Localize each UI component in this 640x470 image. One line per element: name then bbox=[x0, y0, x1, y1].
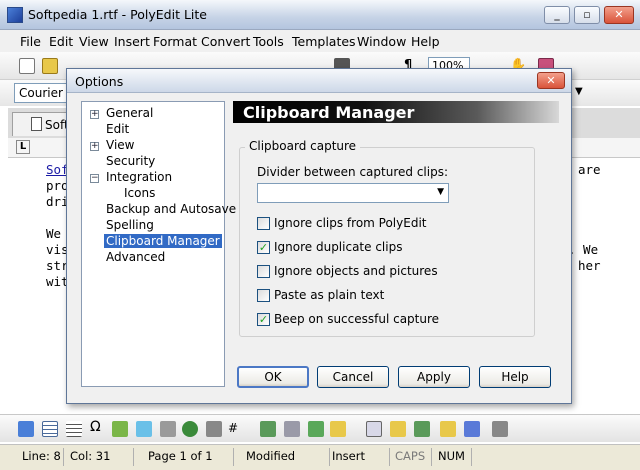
tree-item-security[interactable]: Security bbox=[104, 154, 157, 168]
recycle-icon[interactable] bbox=[260, 421, 276, 437]
menu-help[interactable]: Help bbox=[411, 34, 440, 49]
editor-line-fragment: her bbox=[578, 258, 601, 273]
menu-window[interactable]: Window bbox=[357, 34, 406, 49]
menu-edit[interactable]: Edit bbox=[49, 34, 73, 49]
panel-title: Clipboard Manager bbox=[233, 101, 559, 123]
export-icon[interactable] bbox=[464, 421, 480, 437]
tree-item-edit[interactable]: Edit bbox=[104, 122, 131, 136]
macro-icon[interactable] bbox=[284, 421, 300, 437]
status-insert: Insert bbox=[330, 448, 390, 466]
font-name-combo[interactable]: Courier N bbox=[14, 83, 74, 103]
ignore-duplicates-checkbox[interactable]: ✓ bbox=[257, 241, 270, 254]
dialog-title: Options bbox=[75, 74, 124, 89]
expand-view-icon[interactable]: + bbox=[90, 142, 99, 151]
tree-item-spelling[interactable]: Spelling bbox=[104, 218, 156, 232]
open-folder-icon[interactable] bbox=[42, 58, 58, 74]
status-bar: Line: 8 Col: 31 Page 1 of 1 Modified Ins… bbox=[0, 444, 640, 470]
apply-button[interactable]: Apply bbox=[398, 366, 470, 388]
window-title: Softpedia 1.rtf - PolyEdit Lite bbox=[28, 7, 207, 22]
menu-format[interactable]: Format bbox=[153, 34, 197, 49]
paste-plain-label: Paste as plain text bbox=[274, 288, 385, 302]
tree-item-advanced[interactable]: Advanced bbox=[104, 250, 167, 264]
insert-object-icon[interactable] bbox=[18, 421, 34, 437]
hyperlink-icon[interactable] bbox=[182, 421, 198, 437]
divider-select[interactable]: ▼ bbox=[257, 183, 449, 203]
minimize-button[interactable]: _ bbox=[544, 6, 570, 24]
cancel-button[interactable]: Cancel bbox=[317, 366, 389, 388]
chart-icon[interactable] bbox=[160, 421, 176, 437]
template-folder-icon[interactable] bbox=[330, 421, 346, 437]
menu-view[interactable]: View bbox=[79, 34, 109, 49]
tab-stop-icon[interactable]: L bbox=[16, 140, 30, 154]
symbol-icon[interactable]: Ω bbox=[90, 419, 106, 435]
ignore-polyedit-checkbox[interactable] bbox=[257, 217, 270, 230]
status-caps: CAPS bbox=[390, 448, 432, 466]
horizontal-line-icon[interactable] bbox=[206, 421, 222, 437]
refresh-icon[interactable] bbox=[308, 421, 324, 437]
ignore-objects-label: Ignore objects and pictures bbox=[274, 264, 438, 278]
group-title: Clipboard capture bbox=[245, 139, 361, 153]
tree-item-general[interactable]: General bbox=[104, 106, 155, 120]
editor-line-fragment: . We bbox=[568, 242, 599, 257]
divider-label: Divider between captured clips: bbox=[257, 165, 449, 179]
menu-templates[interactable]: Templates bbox=[292, 34, 356, 49]
status-line: Line: 8 bbox=[4, 448, 64, 466]
title-bar: Softpedia 1.rtf - PolyEdit Lite _ ▫ ✕ bbox=[0, 0, 640, 30]
tools-icon[interactable] bbox=[492, 421, 508, 437]
tree-item-clipboard-manager[interactable]: Clipboard Manager bbox=[104, 234, 222, 248]
copy-icon[interactable] bbox=[390, 421, 406, 437]
table-icon[interactable] bbox=[42, 421, 58, 437]
page-number-icon[interactable]: # bbox=[228, 421, 244, 437]
menu-file[interactable]: File bbox=[20, 34, 41, 49]
paste-plain-checkbox[interactable] bbox=[257, 289, 270, 302]
tree-item-icons[interactable]: Icons bbox=[122, 186, 157, 200]
collapse-integration-icon[interactable]: − bbox=[90, 174, 99, 183]
ignore-polyedit-label: Ignore clips from PolyEdit bbox=[274, 216, 427, 230]
beep-checkbox[interactable]: ✓ bbox=[257, 313, 270, 326]
document-tab[interactable]: Softp bbox=[12, 112, 76, 136]
menu-bar: File Edit View Insert Format Convert Too… bbox=[0, 30, 640, 52]
dialog-title-bar: Options ✕ bbox=[67, 69, 571, 93]
tree-item-backup[interactable]: Backup and Autosave bbox=[104, 202, 238, 216]
object-icon[interactable] bbox=[136, 421, 152, 437]
insert-toolbar: Ω # bbox=[0, 414, 640, 442]
picture-icon[interactable] bbox=[112, 421, 128, 437]
dropdown-arrow-icon[interactable]: ▼ bbox=[437, 187, 444, 197]
expand-general-icon[interactable]: + bbox=[90, 110, 99, 119]
status-page: Page 1 of 1 bbox=[134, 448, 234, 466]
status-col: Col: 31 bbox=[64, 448, 134, 466]
menu-insert[interactable]: Insert bbox=[114, 34, 150, 49]
ignore-duplicates-label: Ignore duplicate clips bbox=[274, 240, 403, 254]
document-icon bbox=[31, 117, 42, 131]
menu-convert[interactable]: Convert bbox=[201, 34, 250, 49]
import-icon[interactable] bbox=[440, 421, 456, 437]
dialog-close-button[interactable]: ✕ bbox=[537, 72, 565, 89]
tree-item-integration[interactable]: Integration bbox=[104, 170, 174, 184]
options-dialog: Options ✕ + General Edit + View Security… bbox=[66, 68, 572, 404]
app-icon bbox=[7, 7, 23, 23]
book-icon[interactable] bbox=[366, 421, 382, 437]
menu-tools[interactable]: Tools bbox=[253, 34, 284, 49]
ok-button[interactable]: OK bbox=[237, 366, 309, 388]
ignore-objects-checkbox[interactable] bbox=[257, 265, 270, 278]
maximize-button[interactable]: ▫ bbox=[574, 6, 600, 24]
list-icon[interactable] bbox=[66, 421, 82, 437]
editor-line: We bbox=[46, 226, 62, 241]
editor-line-fragment: are bbox=[578, 162, 601, 177]
font-dropdown-arrow-icon[interactable]: ▼ bbox=[575, 86, 583, 97]
clipboard-icon[interactable] bbox=[414, 421, 430, 437]
status-modified: Modified bbox=[234, 448, 330, 466]
options-tree: + General Edit + View Security − Integra… bbox=[81, 101, 236, 387]
close-button[interactable]: ✕ bbox=[604, 6, 634, 24]
status-num: NUM bbox=[432, 448, 472, 466]
beep-label: Beep on successful capture bbox=[274, 312, 440, 326]
tree-item-view[interactable]: View bbox=[104, 138, 136, 152]
new-document-icon[interactable] bbox=[19, 58, 35, 74]
help-button[interactable]: Help bbox=[479, 366, 551, 388]
